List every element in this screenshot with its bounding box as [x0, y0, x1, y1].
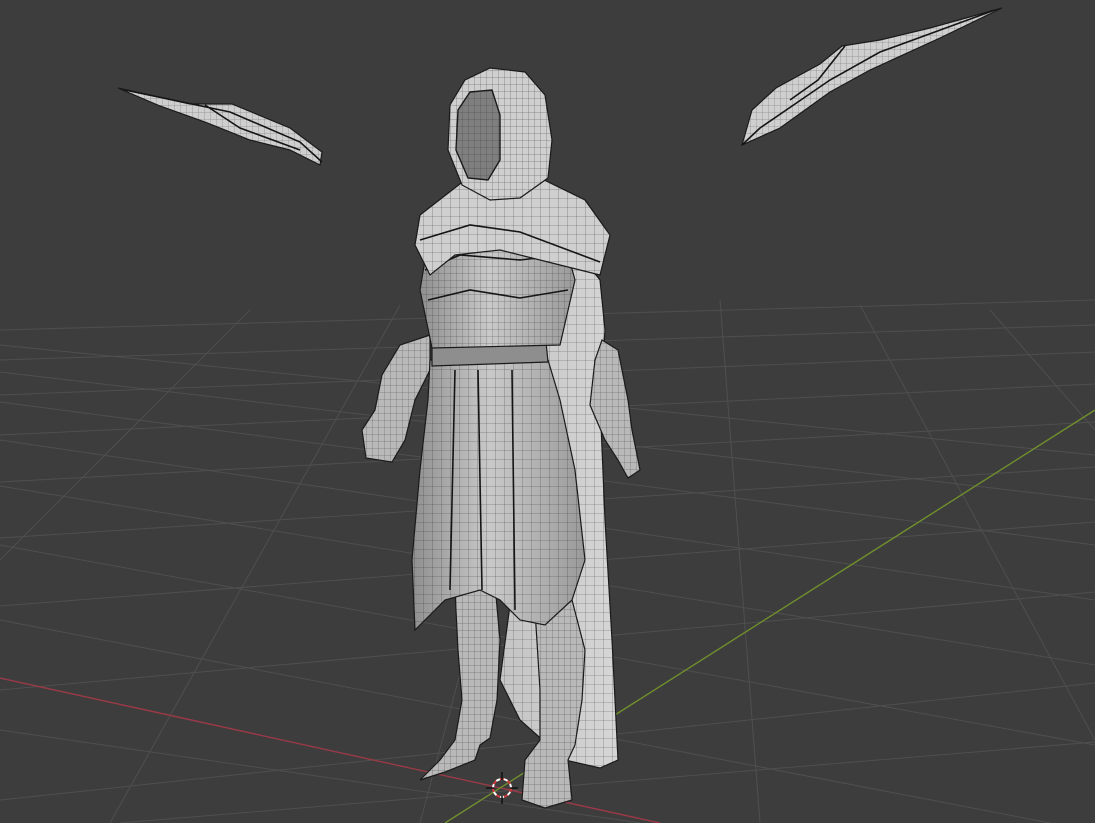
- left-blade-mesh[interactable]: [117, 87, 323, 166]
- 3d-viewport[interactable]: [0, 0, 1095, 823]
- hooded-armored-character-mesh[interactable]: [361, 67, 641, 809]
- right-blade-mesh[interactable]: [741, 7, 1003, 147]
